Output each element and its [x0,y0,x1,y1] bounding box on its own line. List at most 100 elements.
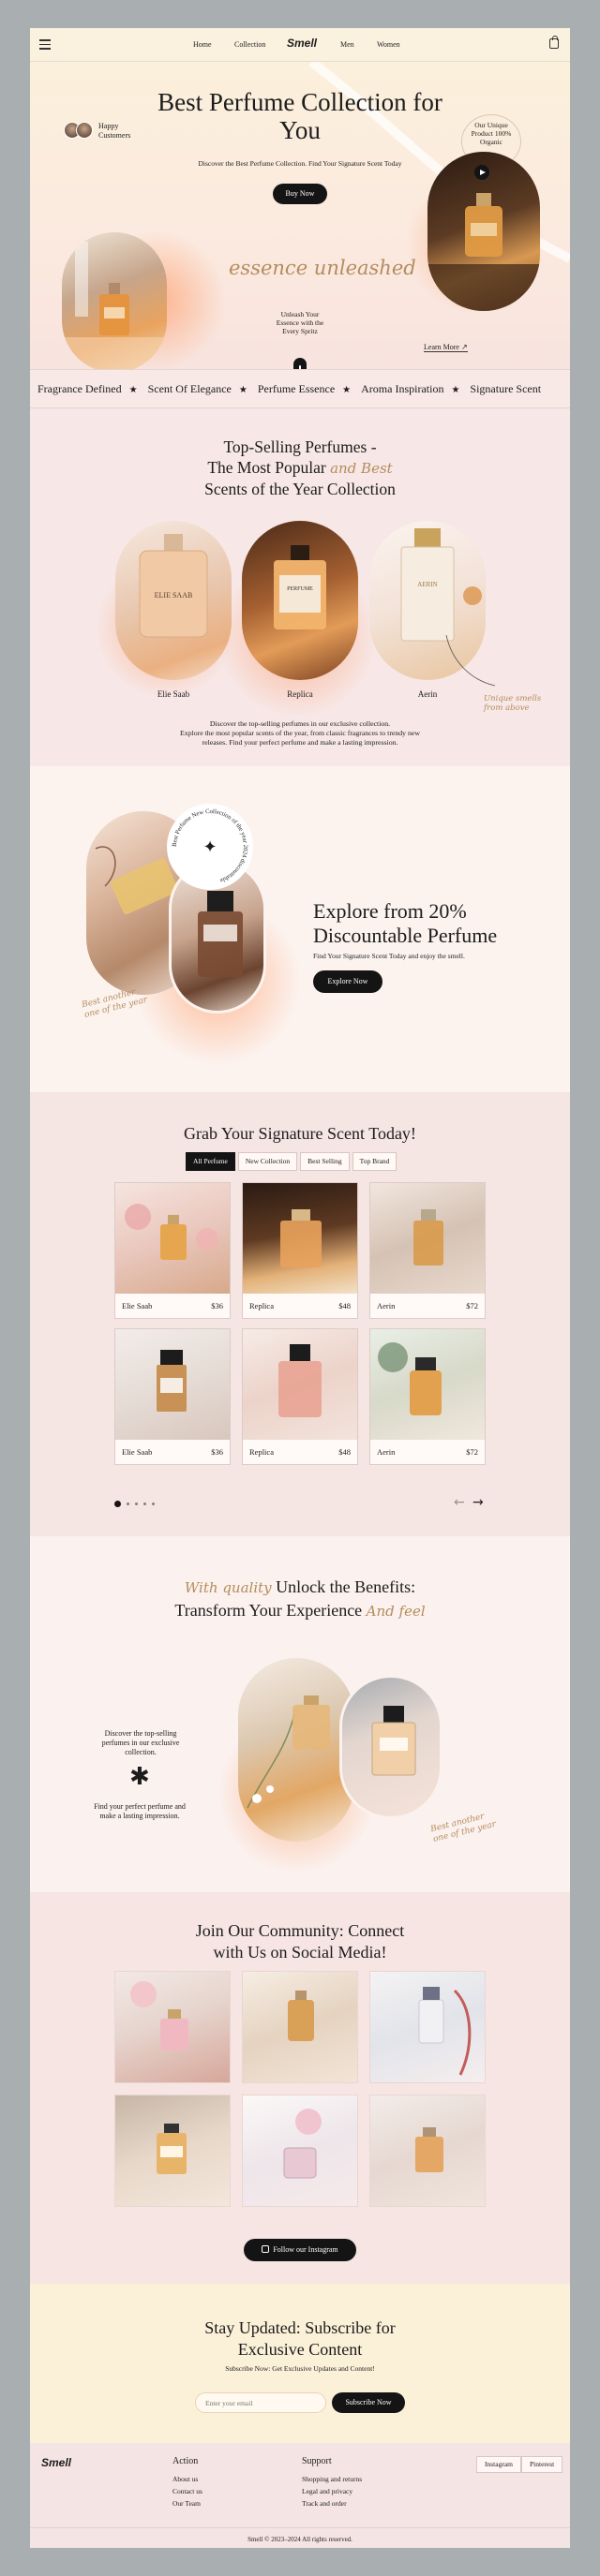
social-image[interactable] [114,1971,231,2083]
footer-link[interactable]: Contact us [172,2487,202,2495]
perfume-bottle-illustration: PERFUME [274,545,326,629]
play-video-button[interactable] [474,165,489,180]
product-image-replica[interactable]: PERFUME [242,521,358,680]
subscribe-text: Subscribe Now: Get Exclusive Updates and… [225,2364,375,2373]
top-selling-description: Discover the top-selling perfumes in our… [179,719,421,747]
social-image[interactable] [369,1971,486,2083]
footer-link[interactable]: Legal and privacy [302,2487,352,2495]
product-label: Elie Saab [157,689,190,699]
top-selling-section: Top-Selling Perfumes - The Most Popular … [30,408,570,766]
product-price: $48 [338,1301,351,1310]
nav-men[interactable]: Men [340,40,354,49]
subscribe-button[interactable]: Subscribe Now [332,2392,405,2413]
ticker-item: Aroma Inspiration [361,382,444,395]
footer-link[interactable]: Our Team [172,2499,201,2508]
product-card[interactable]: Aerin $72 [369,1182,486,1319]
product-image [370,1329,485,1440]
shop-title: Grab Your Signature Scent Today! [184,1124,416,1143]
social-image[interactable] [242,2095,358,2207]
shopping-bag-icon[interactable] [549,36,559,49]
footer-link[interactable]: Track and order [302,2499,347,2508]
essence-script-text: essence unleashed [229,257,416,279]
svg-text:PERFUME: PERFUME [287,586,313,592]
product-card[interactable]: Elie Saab $36 [114,1182,231,1319]
carousel-dots [114,1501,155,1507]
product-image [243,1183,357,1294]
product-card[interactable]: Replica $48 [242,1328,358,1465]
nav-women[interactable]: Women [377,40,400,49]
unleash-text: Unleash Your Essence with the Every Spri… [276,310,324,335]
menu-icon[interactable] [39,39,51,50]
benefits-text-1: Discover the top-selling perfumes in our… [101,1729,180,1756]
footer-link[interactable]: About us [172,2475,198,2483]
circular-badge-text: Best Perfume New Collection of the year … [167,804,253,890]
product-card[interactable]: Elie Saab $36 [114,1328,231,1465]
buy-now-button[interactable]: Buy Now [273,184,327,204]
svg-text:AERIN: AERIN [417,581,437,588]
explore-now-button[interactable]: Explore Now [313,970,382,993]
customer-avatars [64,122,96,139]
svg-text:ELIE SAAB: ELIE SAAB [155,591,193,600]
explore-title: Explore from 20% Discountable Perfume [313,899,498,947]
product-image-elie-saab[interactable]: ELIE SAAB [115,521,232,680]
community-title: Join Our Community: Connect with Us on S… [195,1921,405,1962]
footer-link[interactable]: Shopping and returns [302,2475,362,2483]
subscribe-section: Stay Updated: Subscribe for Exclusive Co… [30,2284,570,2443]
email-input[interactable] [195,2392,326,2413]
product-price: $72 [466,1301,478,1310]
site-footer: Smell Action About us Contact us Our Tea… [30,2443,570,2548]
tab-all-perfume[interactable]: All Perfume [186,1152,235,1171]
follow-instagram-button[interactable]: Follow our Instagram [244,2239,356,2261]
top-selling-title: Top-Selling Perfumes - The Most Popular … [204,437,396,498]
product-price: $36 [211,1447,223,1457]
product-card[interactable]: Replica $48 [242,1182,358,1319]
explore-discount-section: Best Perfume New Collection of the year … [30,766,570,1092]
logo[interactable]: Smell [287,37,317,50]
tab-top-brand[interactable]: Top Brand [352,1152,398,1171]
social-image[interactable] [369,2095,486,2207]
pinterest-link[interactable]: Pinterest [521,2456,563,2473]
product-name: Aerin [377,1447,396,1457]
benefits-image-2 [339,1675,442,1819]
footer-support-heading: Support [302,2456,332,2466]
social-image[interactable] [242,1971,358,2083]
product-price: $36 [211,1301,223,1310]
shop-section: Grab Your Signature Scent Today! All Per… [30,1092,570,1536]
tab-new-collection[interactable]: New Collection [237,1152,298,1171]
product-name: Elie Saab [122,1447,153,1457]
copyright: Smell © 2023–2024 All rights reserved. [30,2527,570,2543]
asterisk-icon: ✱ [129,1763,150,1791]
star-icon: ★ [238,385,248,395]
footer-logo[interactable]: Smell [41,2456,71,2469]
carousel-dot[interactable] [127,1503,129,1505]
carousel-dot[interactable] [135,1503,138,1505]
curved-arrow-decoration [445,634,496,687]
footer-action-heading: Action [172,2456,199,2466]
ticker-item: Signature Scent [470,382,542,395]
next-arrow-icon[interactable]: → [472,1495,484,1510]
ticker-item: Fragrance Defined [38,382,122,395]
perfume-bottle-illustration [371,1706,416,1776]
carousel-dot[interactable] [152,1503,155,1505]
social-image[interactable] [114,2095,231,2207]
footer-social-links: Instagram Pinterest [476,2456,563,2473]
community-section: Join Our Community: Connect with Us on S… [30,1892,570,2284]
learn-more-link[interactable]: Learn More ↗ [424,343,468,352]
product-name: Replica [249,1447,274,1457]
hero-perfume-image-left [62,232,167,373]
product-price: $48 [338,1447,351,1457]
product-card[interactable]: Aerin $72 [369,1328,486,1465]
carousel-dot[interactable] [143,1503,146,1505]
marquee-ticker: Fragrance Defined ★ Scent Of Elegance ★ Pe… [30,369,570,408]
instagram-link[interactable]: Instagram [476,2456,521,2473]
benefits-title: With quality Unlock the Benefits: Transf… [174,1577,426,1620]
benefits-image-1 [238,1658,354,1842]
nav-home[interactable]: Home [193,40,212,49]
site-header: Home Collection Smell Men Women [30,28,570,62]
carousel-dot[interactable] [114,1501,121,1507]
nav-collection[interactable]: Collection [234,40,265,49]
product-image [115,1329,230,1440]
ticker-item: Scent Of Elegance [147,382,232,395]
prev-arrow-icon[interactable]: ← [454,1495,465,1510]
tab-best-selling[interactable]: Best Selling [300,1152,350,1171]
